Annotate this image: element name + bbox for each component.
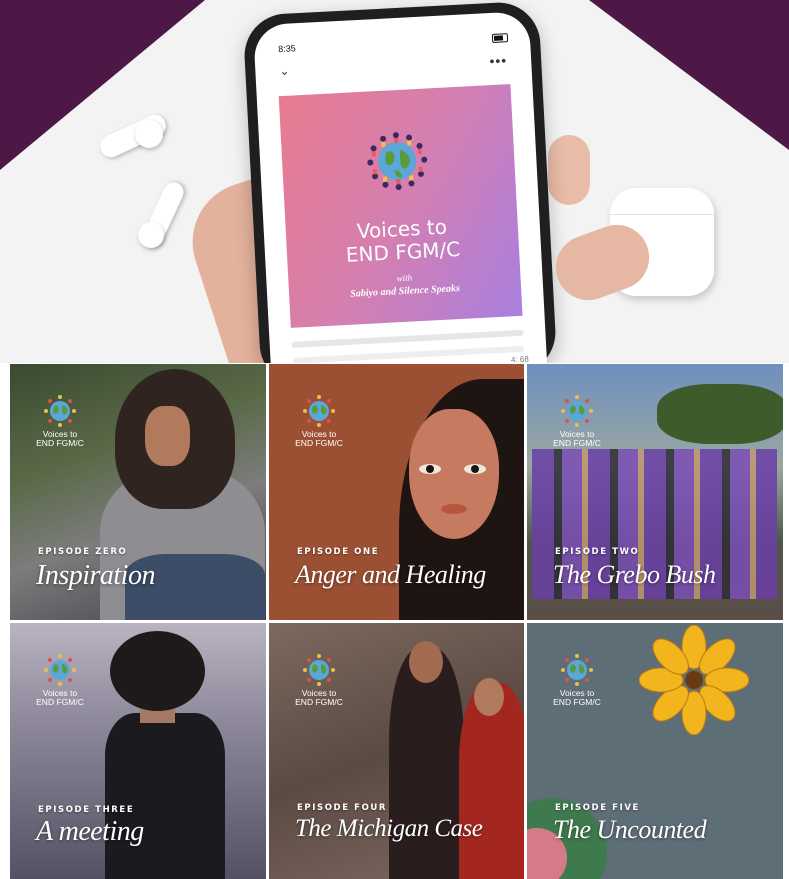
purple-corner-right <box>589 0 789 150</box>
episode-card-two[interactable]: Voices to END FGM/C EPISODE TWO The Greb… <box>527 364 783 620</box>
logo-line2: END FGM/C <box>36 697 84 707</box>
logo-line2: END FGM/C <box>295 438 343 448</box>
episode-title[interactable]: A meeting <box>36 816 144 848</box>
photo-hair <box>110 631 205 711</box>
phone-screen: 8:35 ⌄ ••• Voices to END FGM/C with Sabi… <box>252 11 548 363</box>
logo-text: Voices to END FGM/C <box>295 430 343 448</box>
battery-icon <box>491 33 509 43</box>
globe-logo-icon <box>367 132 428 191</box>
photo-face-left <box>409 641 443 683</box>
globe-logo-icon <box>303 395 335 427</box>
episode-label: EPISODE ZERO <box>38 547 128 557</box>
episode-title[interactable]: The Grebo Bush <box>553 560 716 590</box>
episode-card-one[interactable]: Voices to END FGM/C EPISODE ONE Anger an… <box>269 364 524 620</box>
episode-logo: Voices to END FGM/C <box>553 653 601 707</box>
illustration-face <box>409 409 499 539</box>
logo-line2: END FGM/C <box>553 697 601 707</box>
playback-controls-area <box>292 345 525 363</box>
episode-logo: Voices to END FGM/C <box>553 394 601 448</box>
more-icon[interactable]: ••• <box>489 52 508 69</box>
illustration-eye-left <box>419 464 441 474</box>
episode-card-four[interactable]: Voices to END FGM/C EPISODE FOUR The Mic… <box>269 623 524 879</box>
time-remaining: 4: 68 <box>510 354 530 363</box>
episode-label: EPISODE ONE <box>297 547 380 557</box>
episode-logo: Voices to END FGM/C <box>36 653 84 707</box>
playback-progress[interactable] <box>291 329 524 348</box>
airpod-right-bud <box>138 222 164 248</box>
episode-title[interactable]: Anger and Healing <box>295 560 486 590</box>
hand-finger <box>548 135 590 205</box>
episode-title[interactable]: Inspiration <box>36 560 155 592</box>
phone: 8:35 ⌄ ••• Voices to END FGM/C with Sabi… <box>242 0 558 363</box>
photo-face <box>145 406 190 466</box>
episode-logo: Voices to END FGM/C <box>295 653 343 707</box>
episode-title[interactable]: The Uncounted <box>553 815 707 845</box>
episode-label: EPISODE THREE <box>38 805 135 815</box>
logo-line2: END FGM/C <box>36 438 84 448</box>
chevron-down-icon[interactable]: ⌄ <box>279 64 290 79</box>
status-time: 8:35 <box>277 43 297 55</box>
logo-line2: END FGM/C <box>553 438 601 448</box>
episode-label: EPISODE TWO <box>555 547 640 557</box>
episode-logo: Voices to END FGM/C <box>36 394 84 448</box>
logo-text: Voices to END FGM/C <box>295 689 343 707</box>
hero-banner: 8:35 ⌄ ••• Voices to END FGM/C with Sabi… <box>0 0 789 363</box>
globe-logo-icon <box>44 395 76 427</box>
photo-face-right <box>474 678 504 716</box>
illustration-lips <box>441 504 467 514</box>
globe-logo-icon <box>303 654 335 686</box>
logo-text: Voices to END FGM/C <box>36 689 84 707</box>
globe-logo-icon <box>561 395 593 427</box>
globe-logo-icon <box>44 654 76 686</box>
episode-card-zero[interactable]: Voices to END FGM/C EPISODE ZERO Inspira… <box>10 364 266 620</box>
episode-grid: Voices to END FGM/C EPISODE ZERO Inspira… <box>10 364 785 879</box>
logo-text: Voices to END FGM/C <box>553 430 601 448</box>
episode-card-five[interactable]: Voices to END FGM/C EPISODE FIVE The Unc… <box>527 623 783 879</box>
episode-label: EPISODE FIVE <box>555 803 640 813</box>
logo-text: Voices to END FGM/C <box>553 689 601 707</box>
podcast-artwork[interactable]: Voices to END FGM/C with Sabiyo and Sile… <box>278 84 523 328</box>
lotus-flower-icon <box>639 625 749 735</box>
logo-line2: END FGM/C <box>295 697 343 707</box>
episode-logo: Voices to END FGM/C <box>295 394 343 448</box>
airpod-left-bud <box>135 120 163 148</box>
logo-text: Voices to END FGM/C <box>36 430 84 448</box>
episode-label: EPISODE FOUR <box>297 803 388 813</box>
illustration-eye-right <box>464 464 486 474</box>
episode-card-three[interactable]: Voices to END FGM/C EPISODE THREE A meet… <box>10 623 266 879</box>
episode-title[interactable]: The Michigan Case <box>295 815 483 843</box>
globe-logo-icon <box>561 654 593 686</box>
photo-trees <box>657 384 783 444</box>
artwork-title: Voices to END FGM/C <box>285 212 519 270</box>
photo-figure <box>105 713 225 879</box>
